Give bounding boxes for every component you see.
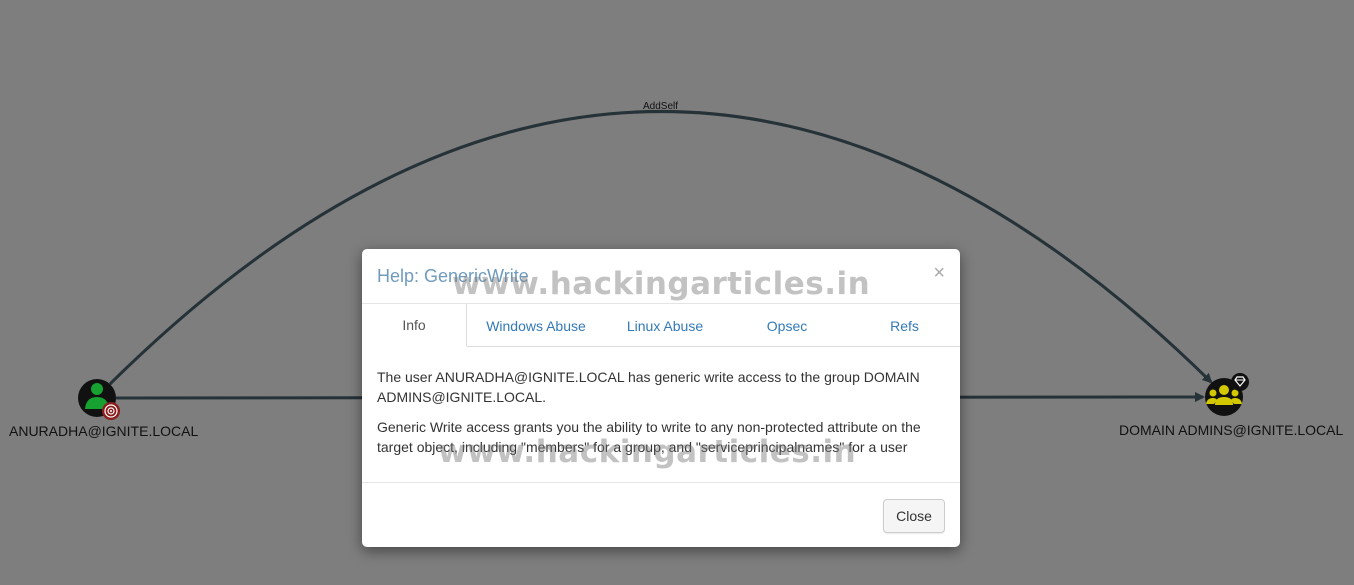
close-button[interactable]: Close <box>883 499 945 533</box>
graph-canvas[interactable]: AddSelf ANURADHA@IGNITE.LOCAL DOMAIN ADM… <box>0 0 1354 585</box>
edge-label-addself[interactable]: AddSelf <box>643 101 678 112</box>
gem-icon <box>1231 373 1249 391</box>
modal-header: Help: GenericWrite × <box>362 249 960 304</box>
tab-linux-abuse[interactable]: Linux Abuse <box>612 304 718 347</box>
source-node-label: ANURADHA@IGNITE.LOCAL <box>9 423 199 439</box>
close-icon[interactable]: × <box>933 263 945 283</box>
modal-footer: Close <box>362 482 960 547</box>
tab-opsec[interactable]: Opsec <box>757 304 817 347</box>
modal-body: The user ANURADHA@IGNITE.LOCAL has gener… <box>377 367 945 467</box>
modal-tabs: Info Windows Abuse Linux Abuse Opsec Ref… <box>362 304 960 347</box>
tab-info[interactable]: Info <box>362 304 467 347</box>
tab-windows-abuse[interactable]: Windows Abuse <box>477 304 595 347</box>
target-node-label: DOMAIN ADMINS@IGNITE.LOCAL <box>1119 422 1344 438</box>
modal-title: Help: GenericWrite <box>377 266 529 286</box>
target-icon <box>102 402 120 420</box>
source-user-node[interactable] <box>78 379 120 420</box>
help-modal: Help: GenericWrite × Info Windows Abuse … <box>362 249 960 547</box>
target-group-node[interactable] <box>1205 373 1249 416</box>
info-paragraph-1: The user ANURADHA@IGNITE.LOCAL has gener… <box>377 369 920 405</box>
tab-refs[interactable]: Refs <box>877 304 932 347</box>
info-paragraph-2: Generic Write access grants you the abil… <box>377 419 921 455</box>
